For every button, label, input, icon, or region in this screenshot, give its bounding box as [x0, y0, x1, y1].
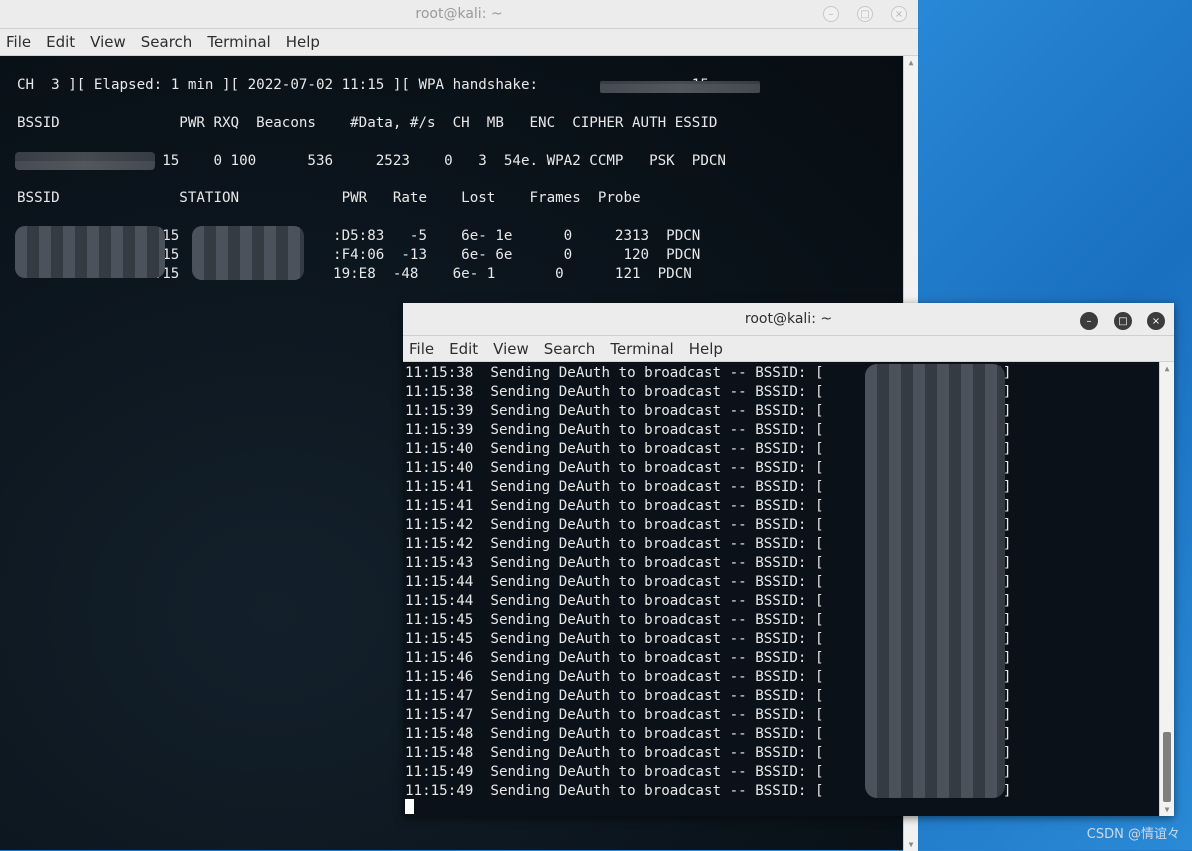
scroll-down-icon[interactable]: ▼ — [1160, 805, 1174, 814]
scroll-down-icon[interactable]: ▼ — [904, 840, 918, 849]
window-title: root@kali: ~ — [415, 6, 503, 22]
redacted-mask — [600, 81, 760, 93]
menu-edit[interactable]: Edit — [449, 340, 478, 358]
terminal-window-aireplay: root@kali: ~ – □ × File Edit View Search… — [403, 303, 1174, 816]
redacted-mask — [15, 226, 165, 278]
menu-file[interactable]: File — [409, 340, 434, 358]
menu-bar: File Edit View Search Terminal Help — [0, 29, 918, 56]
station-header: BSSID STATION PWR Rate Lost Frames Probe — [17, 190, 641, 206]
watermark: CSDN @情谊々 — [1086, 827, 1180, 842]
scroll-up-icon[interactable]: ▲ — [904, 58, 918, 67]
maximize-icon[interactable]: □ — [857, 6, 873, 22]
menu-terminal[interactable]: Terminal — [610, 340, 673, 358]
minimize-icon[interactable]: – — [823, 6, 839, 22]
menu-help[interactable]: Help — [286, 33, 320, 51]
redacted-mask — [15, 152, 155, 170]
menu-search[interactable]: Search — [141, 33, 193, 51]
menu-help[interactable]: Help — [689, 340, 723, 358]
menu-file[interactable]: File — [6, 33, 31, 51]
menu-terminal[interactable]: Terminal — [207, 33, 270, 51]
redacted-mask — [192, 226, 304, 280]
scroll-up-icon[interactable]: ▲ — [1160, 364, 1174, 373]
menu-view[interactable]: View — [493, 340, 529, 358]
window-title: root@kali: ~ — [744, 311, 833, 327]
title-bar[interactable]: root@kali: ~ – □ × — [403, 303, 1174, 336]
terminal-output[interactable]: 11:15:38 Sending DeAuth to broadcast -- … — [403, 362, 1174, 816]
close-icon[interactable]: × — [1147, 312, 1165, 330]
redacted-mask — [865, 364, 1005, 798]
text-cursor — [405, 799, 414, 814]
maximize-icon[interactable]: □ — [1114, 312, 1132, 330]
scrollbar-thumb[interactable] — [1163, 732, 1171, 802]
menu-search[interactable]: Search — [544, 340, 596, 358]
menu-view[interactable]: View — [90, 33, 126, 51]
menu-edit[interactable]: Edit — [46, 33, 75, 51]
scrollbar[interactable]: ▲ ▼ — [1159, 362, 1174, 816]
ap-header: BSSID PWR RXQ Beacons #Data, #/s CH MB E… — [17, 115, 718, 131]
minimize-icon[interactable]: – — [1080, 312, 1098, 330]
title-bar[interactable]: root@kali: ~ – □ × — [0, 0, 918, 29]
close-icon[interactable]: × — [891, 6, 907, 22]
menu-bar: File Edit View Search Terminal Help — [403, 336, 1174, 362]
